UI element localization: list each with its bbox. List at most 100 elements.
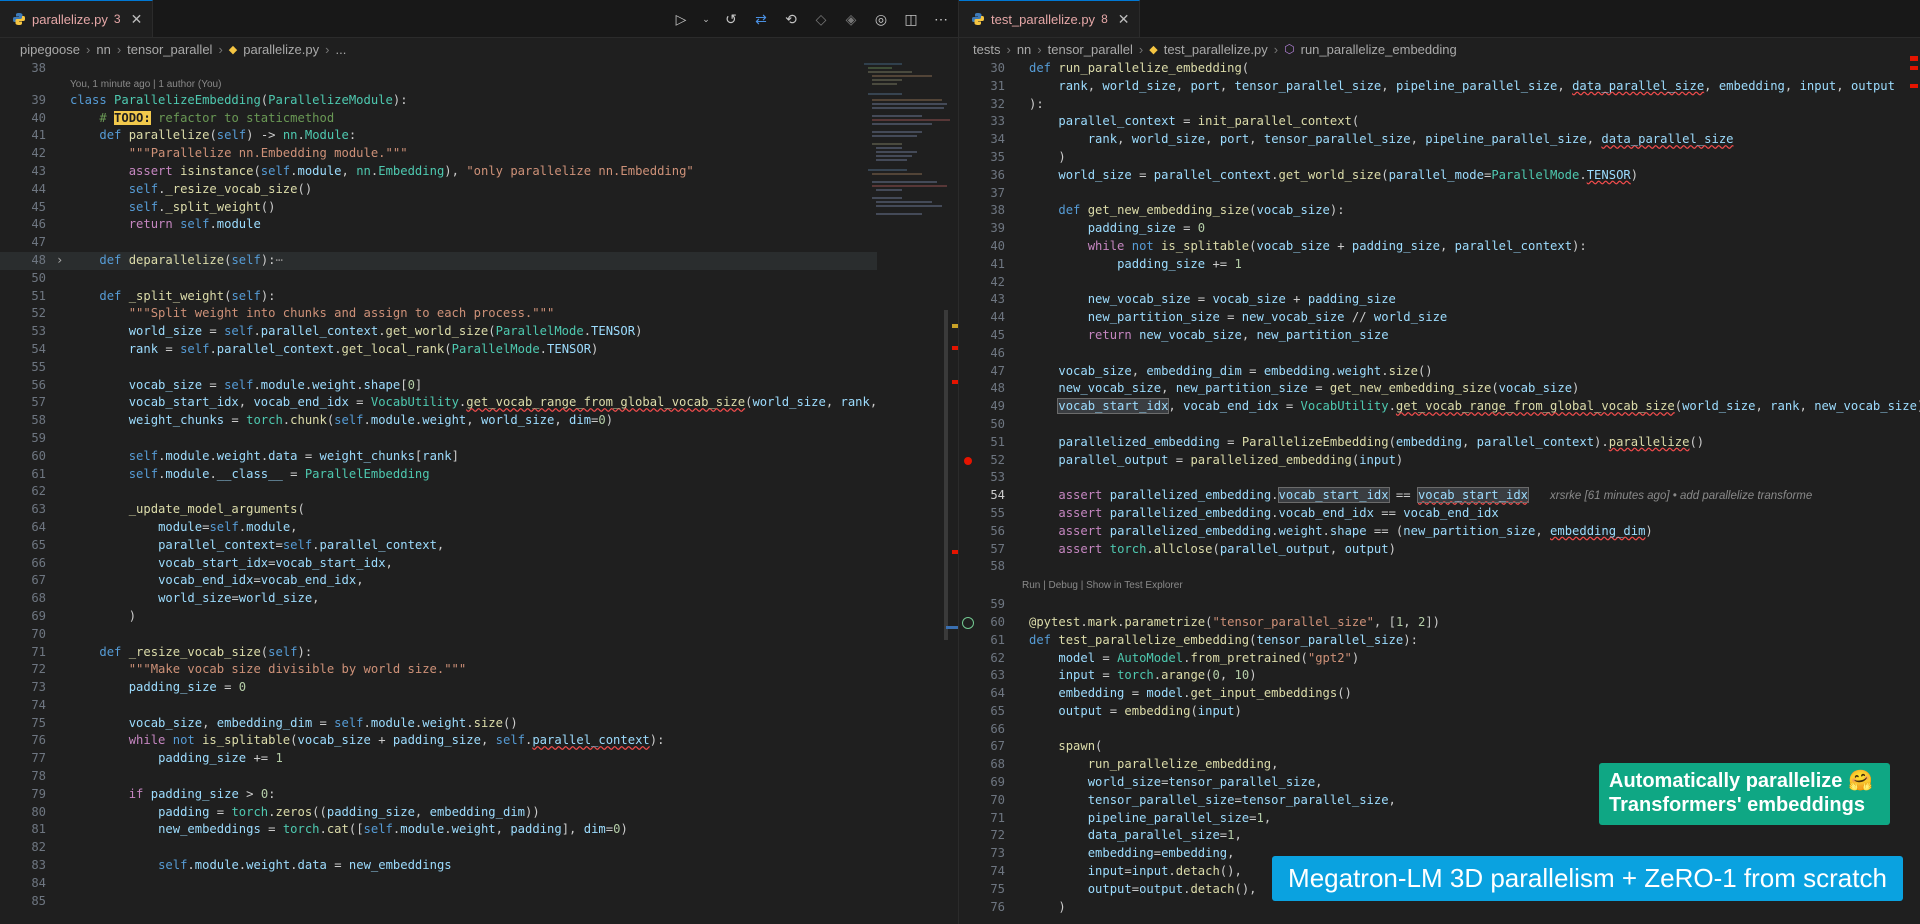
line-number: 38: [31, 61, 46, 75]
line-number: 50: [990, 416, 1005, 431]
left-editor-pane: parallelize.py 3 ✕ ▷ ⌄ ↺ ⇄ ⟲ ◇ ◈ ◎ ◫ ⋯ p…: [0, 0, 958, 924]
breadcrumb-item[interactable]: nn: [1017, 42, 1031, 57]
code-line: 64 embedding = model.get_input_embedding…: [959, 685, 1920, 703]
codelens-run-debug[interactable]: Run | Debug | Show in Test Explorer: [959, 576, 1920, 596]
breadcrumb-item[interactable]: parallelize.py: [243, 42, 319, 57]
code-text: def test_parallelize_embedding(tensor_pa…: [1029, 632, 1418, 647]
breadcrumb-item[interactable]: tensor_parallel: [127, 42, 212, 57]
line-number: 64: [990, 686, 1005, 701]
line-number: 72: [31, 662, 46, 677]
code-line: 58 weight_chunks = torch.chunk(self.modu…: [0, 412, 877, 430]
line-number: 43: [31, 163, 46, 178]
previous-change-icon[interactable]: ◇: [812, 10, 830, 28]
code-line: 42: [959, 274, 1920, 292]
code-text: @pytest.mark.parametrize("tensor_paralle…: [1029, 614, 1440, 629]
code-line: 65 output = embedding(input): [959, 703, 1920, 721]
breadcrumb-item[interactable]: ...: [335, 42, 346, 57]
code-text: assert isinstance(self.module, nn.Embedd…: [128, 163, 694, 178]
code-text: while not is_splitable(vocab_size + padd…: [1087, 238, 1587, 253]
breadcrumb-item[interactable]: run_parallelize_embedding: [1301, 42, 1457, 57]
code-text: embedding = model.get_input_embeddings(): [1058, 686, 1352, 701]
code-text: ): [1029, 149, 1066, 164]
code-line: 48 new_vocab_size, new_partition_size = …: [959, 380, 1920, 398]
close-icon[interactable]: ✕: [1118, 11, 1130, 28]
breadcrumb-item[interactable]: test_parallelize.py: [1164, 42, 1268, 57]
breadcrumb-item[interactable]: tests: [973, 42, 1000, 57]
code-text: # TODO: refactor to staticmethod: [99, 110, 335, 125]
breadcrumb-item[interactable]: tensor_parallel: [1048, 42, 1133, 57]
copilot-icon[interactable]: ◎: [872, 10, 890, 28]
python-file-icon: ◆: [1149, 43, 1158, 56]
line-number: 68: [990, 757, 1005, 772]
line-number: 48: [31, 252, 46, 267]
code-line: 51 def _split_weight(self):: [0, 288, 877, 306]
code-text: assert parallelized_embedding.vocab_end_…: [1058, 505, 1499, 520]
run-icon[interactable]: ▷: [672, 10, 690, 28]
line-number: 54: [31, 341, 46, 356]
code-line: 60 @pytest.mark.parametrize("tensor_paral…: [959, 614, 1920, 632]
chevron-right-icon[interactable]: ›: [56, 252, 63, 270]
breadcrumb-item[interactable]: nn: [96, 42, 110, 57]
codelens-blame[interactable]: You, 1 minute ago | 1 author (You): [0, 78, 877, 92]
code-text: vocab_size, embedding_dim = embedding.we…: [1058, 363, 1433, 378]
code-text: data_parallel_size=1,: [1087, 828, 1242, 843]
go-back-icon[interactable]: ⟲: [782, 10, 800, 28]
line-number: 59: [31, 430, 46, 445]
line-number: 40: [990, 238, 1005, 253]
python-file-icon: [971, 12, 985, 26]
line-number: 58: [31, 413, 46, 428]
line-number: 84: [31, 875, 46, 890]
close-icon[interactable]: ✕: [131, 11, 143, 28]
chevron-down-icon[interactable]: ⌄: [702, 10, 710, 28]
line-number: 79: [31, 786, 46, 801]
line-number: 78: [31, 769, 46, 784]
breadcrumb-item[interactable]: pipegoose: [20, 42, 80, 57]
next-change-icon[interactable]: ◈: [842, 10, 860, 28]
code-text: new_vocab_size, new_partition_size = get…: [1058, 381, 1580, 396]
tab-filename: parallelize.py: [32, 11, 108, 27]
code-text: padding_size += 1: [1117, 256, 1242, 271]
code-line-folded[interactable]: 48 › def deparallelize(self):⋯: [0, 251, 878, 270]
code-text: tensor_parallel_size=tensor_parallel_siz…: [1087, 792, 1396, 807]
breakpoint-icon[interactable]: [964, 456, 972, 465]
sync-icon[interactable]: ⇄: [752, 10, 770, 28]
line-number: 73: [31, 680, 46, 695]
code-line: 44 new_partition_size = new_vocab_size /…: [959, 309, 1920, 327]
caption-banner-title: Megatron-LM 3D parallelism + ZeRO-1 from…: [1272, 856, 1903, 901]
split-editor-icon[interactable]: ◫: [902, 10, 920, 28]
code-text: embedding=embedding,: [1087, 846, 1235, 861]
line-number: 58: [990, 559, 1005, 574]
code-line: 85: [0, 893, 877, 911]
code-line: 38 def get_new_embedding_size(vocab_size…: [959, 202, 1920, 220]
line-number: 34: [990, 132, 1005, 147]
code-line: 59: [959, 596, 1920, 614]
code-line: 72 data_parallel_size=1,: [959, 827, 1920, 845]
code-text: assert parallelized_embedding.weight.sha…: [1058, 523, 1653, 538]
code-text: padding_size = 0: [1087, 221, 1206, 236]
line-number: 53: [31, 324, 46, 339]
tab-test-parallelize-py[interactable]: test_parallelize.py 8 ✕: [959, 0, 1141, 37]
line-number: 69: [31, 608, 46, 623]
code-line: 67 spawn(: [959, 738, 1920, 756]
line-number: 50: [31, 270, 46, 285]
code-line: 50: [0, 270, 877, 288]
scrollbar-marker: [1910, 56, 1918, 61]
code-line: 53 world_size = self.parallel_context.ge…: [0, 323, 877, 341]
chevron-right-icon: ›: [218, 41, 223, 57]
code-line: 44 self._resize_vocab_size(): [0, 181, 877, 199]
test-passed-icon[interactable]: [962, 616, 974, 629]
code-line: 57 assert torch.allclose(parallel_output…: [959, 541, 1920, 559]
more-actions-icon[interactable]: ⋯: [932, 10, 950, 28]
line-number: 49: [990, 399, 1005, 414]
tab-parallelize-py[interactable]: parallelize.py 3 ✕: [0, 0, 154, 37]
code-text: padding_size += 1: [158, 751, 283, 766]
line-number: 44: [31, 181, 46, 196]
line-number: 61: [31, 466, 46, 481]
code-line: 42 """Parallelize nn.Embedding module.""…: [0, 145, 877, 163]
minimap[interactable]: [862, 60, 952, 250]
scrollbar[interactable]: [944, 310, 948, 640]
code-line: 62: [0, 483, 877, 501]
history-icon[interactable]: ↺: [722, 10, 740, 28]
code-editor[interactable]: 38 You, 1 minute ago | 1 author (You) 39…: [0, 60, 878, 911]
code-text: def deparallelize(self):⋯: [99, 252, 283, 267]
